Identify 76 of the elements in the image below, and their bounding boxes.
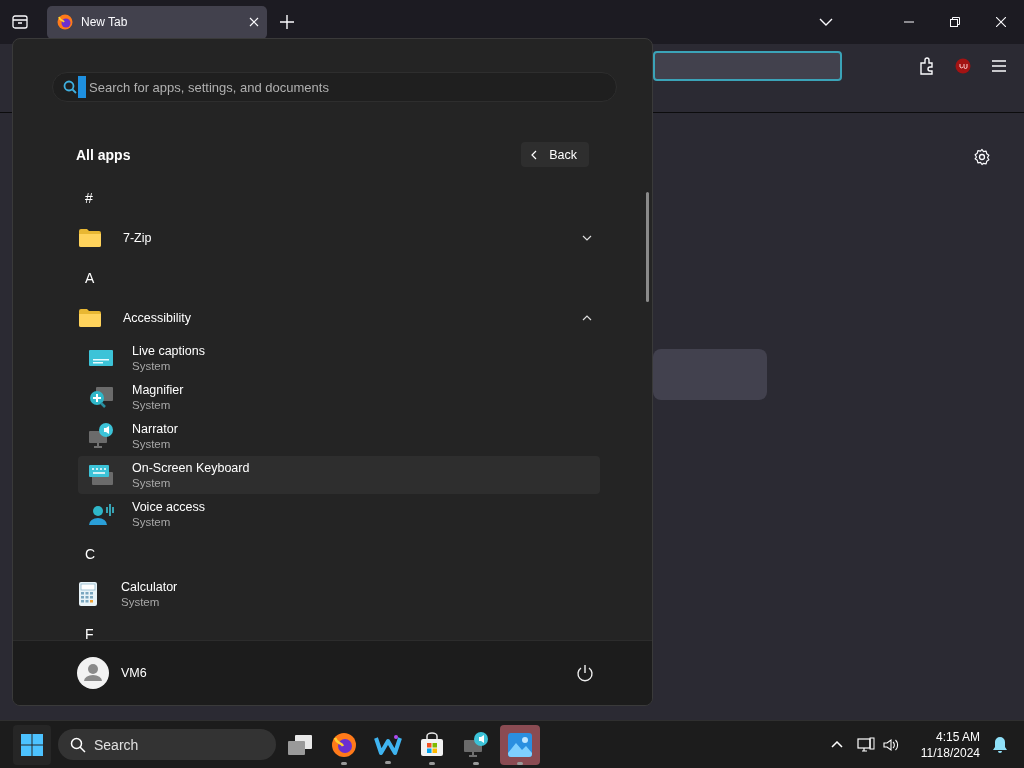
power-icon	[576, 664, 594, 682]
app-category: System	[132, 438, 172, 450]
folder-icon	[78, 228, 102, 248]
close-icon[interactable]	[249, 17, 259, 27]
taskbar-app-button[interactable]	[500, 724, 540, 765]
window-stack-icon[interactable]	[287, 732, 313, 757]
settings-icon	[973, 148, 991, 166]
back-button[interactable]: Back	[521, 142, 589, 167]
folder-icon	[78, 308, 102, 328]
app-category: System	[132, 360, 172, 372]
app-list-item[interactable]: Live captions System	[78, 339, 600, 377]
tray-icon	[12, 15, 28, 29]
app-category: System	[121, 596, 161, 608]
app-list-item[interactable]: Calculator System	[78, 575, 600, 613]
folder-name: 7-Zip	[123, 231, 152, 245]
app-name: Magnifier	[132, 383, 184, 397]
app-name: Voice access	[132, 500, 205, 514]
app-list-item[interactable]: Voice access System	[78, 495, 600, 533]
app-category: System	[132, 516, 172, 528]
chevron-up-icon	[830, 741, 843, 748]
address-field[interactable]	[653, 51, 842, 81]
puzzle-icon	[918, 57, 936, 75]
group-letter[interactable]: A	[78, 258, 600, 298]
app-name: Calculator	[121, 580, 178, 594]
folder-item[interactable]: 7-Zip	[78, 218, 600, 258]
group-letter[interactable]: C	[78, 534, 600, 574]
bell-icon	[992, 735, 1008, 754]
monitor-chat-icon[interactable]	[463, 731, 489, 758]
text-cursor	[78, 76, 86, 98]
app-name: On-Screen Keyboard	[132, 461, 250, 475]
search-icon	[63, 80, 77, 94]
voice-icon	[88, 501, 114, 527]
power-button[interactable]	[576, 664, 594, 682]
windows-logo-icon	[21, 733, 43, 756]
fox-logo-icon	[57, 14, 73, 30]
keyboard-icon	[88, 463, 114, 487]
plus-icon	[280, 15, 294, 29]
shopping-bag-icon[interactable]	[419, 731, 445, 758]
app-category: System	[132, 477, 172, 489]
chevron-down-icon	[819, 18, 833, 26]
taskbar-search-field[interactable]: Search	[58, 729, 276, 760]
shortcut-tile[interactable]	[653, 349, 767, 400]
captions-icon	[88, 348, 114, 368]
group-letter[interactable]: #	[78, 178, 600, 218]
search-icon	[70, 737, 86, 753]
start-button[interactable]	[13, 724, 51, 765]
wave-logo-icon[interactable]	[374, 732, 402, 757]
search-field[interactable]: Search for apps, settings, and documents	[52, 72, 617, 102]
browser-tab[interactable]: New Tab	[47, 5, 267, 39]
magnifier-icon	[88, 385, 114, 409]
folder-item[interactable]: Accessibility	[78, 298, 600, 338]
narrator-icon	[88, 423, 114, 449]
menu-icon	[991, 59, 1007, 73]
restore-icon	[950, 17, 960, 27]
user-name[interactable]: VM6	[121, 666, 147, 680]
close-icon	[996, 17, 1006, 27]
mountain-picture-icon[interactable]	[507, 731, 533, 758]
section-heading: All apps	[76, 146, 131, 163]
folder-name: Accessibility	[123, 311, 192, 325]
calculator-icon	[78, 581, 98, 607]
app-list-item[interactable]: Magnifier System	[78, 378, 600, 416]
app-name: Live captions	[132, 344, 205, 358]
app-name: Narrator	[132, 422, 178, 436]
group-letter[interactable]: F	[78, 614, 600, 640]
chevron-left-icon	[531, 149, 538, 160]
shield-badge-icon	[955, 58, 971, 74]
avatar-icon	[77, 657, 109, 689]
clock-time[interactable]: 4:15 AM	[935, 729, 980, 744]
app-list-item[interactable]: On-Screen Keyboard System	[78, 456, 600, 494]
app-category: System	[132, 399, 172, 411]
app-list-item[interactable]: Narrator System	[78, 417, 600, 455]
speaker-icon	[882, 737, 899, 752]
scrollbar[interactable]	[646, 192, 649, 302]
fox-logo-icon[interactable]	[331, 731, 357, 758]
clock-date[interactable]: 11/18/2024	[920, 745, 980, 760]
network-icon	[856, 736, 875, 753]
